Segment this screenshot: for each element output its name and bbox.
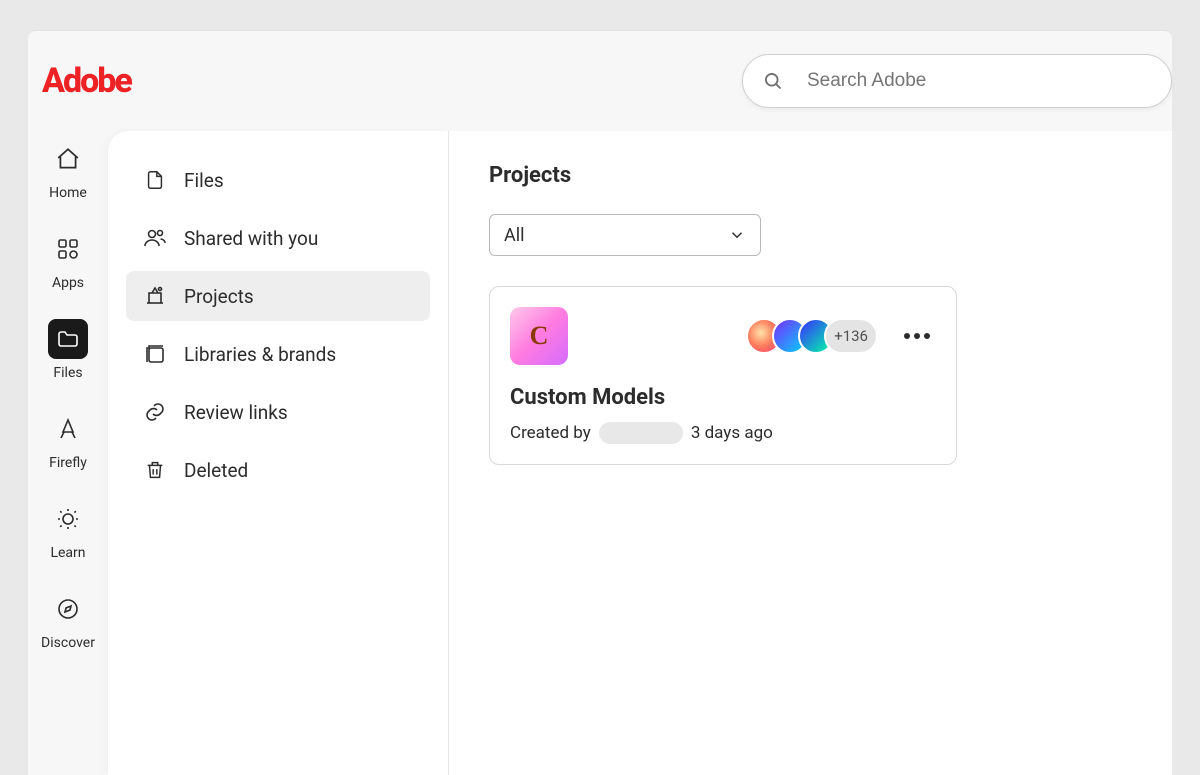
sidebar-item-files[interactable]: Files (126, 155, 430, 205)
people-icon (142, 225, 168, 251)
sidebar-item-label: Projects (184, 285, 254, 308)
apps-icon (48, 229, 88, 269)
sidebar-item-label: Shared with you (184, 227, 318, 250)
rail-item-learn[interactable]: Learn (48, 499, 88, 561)
link-icon (142, 399, 168, 425)
page-title: Projects (489, 163, 1132, 188)
collaborator-avatars[interactable]: +136 (746, 318, 878, 354)
chevron-down-icon (728, 226, 746, 244)
created-time: 3 days ago (691, 423, 773, 443)
rail-item-files[interactable]: Files (48, 319, 88, 381)
lightbulb-icon (48, 499, 88, 539)
trash-icon (142, 457, 168, 483)
sidebar-item-label: Libraries & brands (184, 343, 336, 366)
sidebar-item-review[interactable]: Review links (126, 387, 430, 437)
sidebar-item-label: Review links (184, 401, 288, 424)
project-title: Custom Models (510, 385, 936, 410)
rail-item-label: Discover (41, 635, 95, 651)
project-filter-dropdown[interactable]: All (489, 214, 761, 256)
sidebar-item-projects[interactable]: Projects (126, 271, 430, 321)
project-card[interactable]: C +136 (489, 286, 957, 465)
sidebar-item-libraries[interactable]: Libraries & brands (126, 329, 430, 379)
files-subnav: Files Shared with you Projects Libraries… (108, 131, 448, 775)
left-rail: Home Apps Files Firefly (28, 131, 108, 775)
rail-item-label: Home (49, 185, 87, 201)
filter-label: All (504, 225, 525, 246)
rail-item-home[interactable]: Home (48, 139, 88, 201)
file-icon (142, 167, 168, 193)
rail-item-label: Files (53, 365, 82, 381)
rail-item-apps[interactable]: Apps (48, 229, 88, 291)
sidebar-item-label: Files (184, 169, 224, 192)
projects-icon (142, 283, 168, 309)
rail-item-label: Firefly (49, 455, 87, 471)
compass-icon (48, 589, 88, 629)
sidebar-item-deleted[interactable]: Deleted (126, 445, 430, 495)
adobe-logo[interactable]: Adobe (42, 61, 131, 101)
home-icon (48, 139, 88, 179)
sidebar-item-shared[interactable]: Shared with you (126, 213, 430, 263)
project-thumbnail: C (510, 307, 568, 365)
libraries-icon (142, 341, 168, 367)
rail-item-firefly[interactable]: Firefly (48, 409, 88, 471)
rail-item-label: Apps (52, 275, 84, 291)
search-icon (763, 70, 785, 92)
search-input[interactable] (807, 70, 1151, 92)
main-content: Projects All C +136 (448, 131, 1172, 775)
project-more-menu[interactable] (898, 327, 936, 345)
search-bar[interactable] (742, 54, 1172, 108)
folder-icon (48, 319, 88, 359)
creator-name-redacted (599, 422, 683, 444)
firefly-icon (48, 409, 88, 449)
project-meta: Created by 3 days ago (510, 422, 936, 444)
avatar-overflow-count: +136 (824, 318, 878, 354)
rail-item-label: Learn (50, 545, 85, 561)
sidebar-item-label: Deleted (184, 459, 248, 482)
rail-item-discover[interactable]: Discover (41, 589, 95, 651)
more-icon (904, 333, 910, 339)
created-by-label: Created by (510, 423, 591, 443)
